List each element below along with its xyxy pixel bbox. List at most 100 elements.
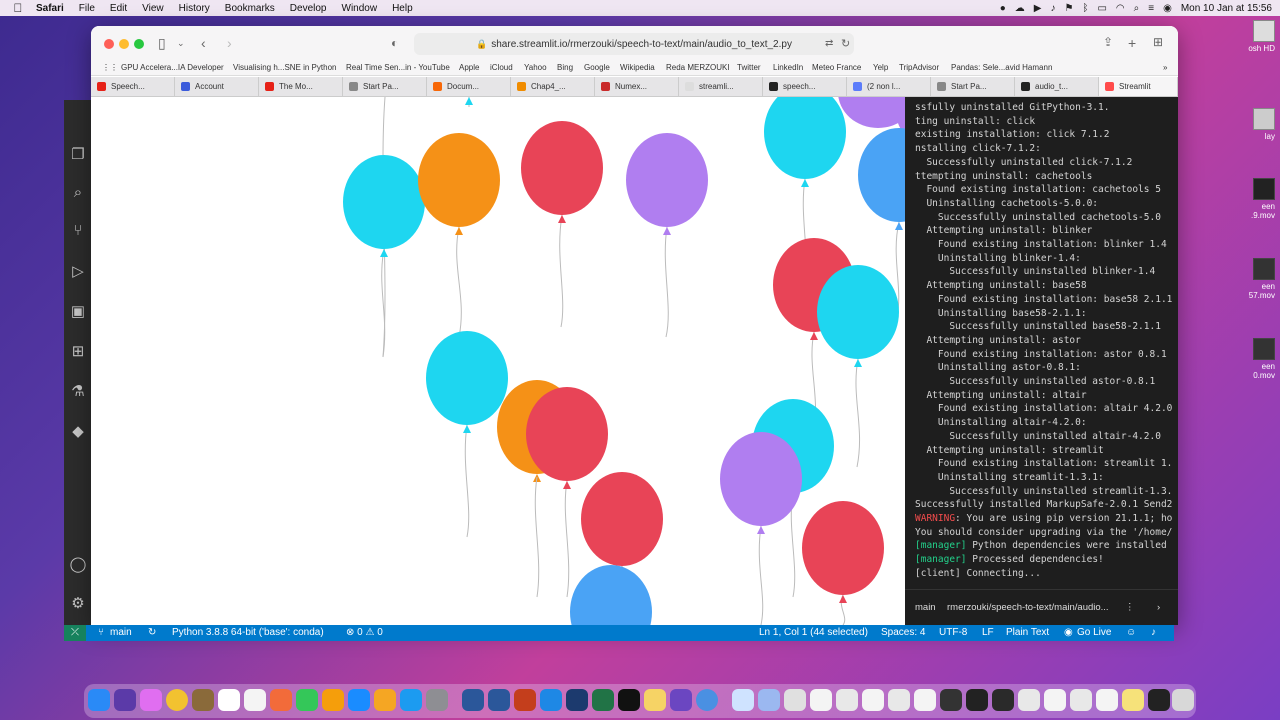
favorite-link[interactable]: Visualising h...SNE in Python xyxy=(233,63,336,72)
search-icon[interactable]: ⌕ xyxy=(64,184,92,201)
record-icon[interactable]: ● xyxy=(1000,3,1006,14)
recent-window-thumb[interactable] xyxy=(940,689,962,711)
end-of-line[interactable]: LF xyxy=(982,627,994,638)
recent-window-thumb[interactable] xyxy=(888,689,910,711)
control-center-icon[interactable]: ≡ xyxy=(1148,3,1154,14)
tab[interactable]: Start Pa... xyxy=(931,77,1015,96)
favorite-link[interactable]: Apple xyxy=(459,63,479,72)
more-options-icon[interactable]: ⋮ xyxy=(1125,602,1135,613)
tab[interactable]: Account xyxy=(175,77,259,96)
share-icon[interactable]: ⇪ xyxy=(1103,35,1113,49)
menu-view[interactable]: View xyxy=(142,3,164,14)
chevron-right-icon[interactable]: » xyxy=(1163,63,1167,72)
run-debug-icon[interactable]: ▷ xyxy=(64,262,92,280)
pages-icon[interactable] xyxy=(322,689,344,711)
terminal-path[interactable]: rmerzouki/speech-to-text/main/audio... xyxy=(947,602,1109,613)
favorite-link[interactable]: iCloud xyxy=(490,63,513,72)
tab[interactable]: audio_t... xyxy=(1015,77,1099,96)
desktop-item[interactable]: een 0.mov xyxy=(1225,338,1275,380)
tab[interactable]: speech... xyxy=(763,77,847,96)
favorite-link[interactable]: Pandas: Sele...avid Hamann xyxy=(951,63,1052,72)
reminders-icon[interactable] xyxy=(244,689,266,711)
terminal-branch[interactable]: main xyxy=(915,602,936,613)
cursor-position[interactable]: Ln 1, Col 1 (44 selected) xyxy=(759,627,868,638)
word-icon[interactable] xyxy=(488,689,510,711)
language-mode[interactable]: Plain Text xyxy=(1006,627,1049,638)
sync-icon[interactable]: ↻ xyxy=(148,627,156,638)
recent-window-thumb[interactable] xyxy=(1044,689,1066,711)
recent-window-thumb[interactable] xyxy=(810,689,832,711)
menu-bookmarks[interactable]: Bookmarks xyxy=(225,3,275,14)
recent-window-thumb[interactable] xyxy=(862,689,884,711)
privacy-shield-icon[interactable]: ◐ xyxy=(391,36,398,50)
tab[interactable]: The Mo... xyxy=(259,77,343,96)
notifications-bell-icon[interactable]: ♪ xyxy=(1151,627,1156,638)
tab[interactable]: streamli... xyxy=(679,77,763,96)
desktop-hd[interactable]: osh HD xyxy=(1225,20,1275,53)
problems-indicator[interactable]: ⊗ 0 ⚠ 0 xyxy=(346,627,383,638)
siri-icon[interactable]: ◉ xyxy=(1163,3,1172,14)
recent-window-thumb[interactable] xyxy=(758,689,780,711)
chevron-right-icon[interactable]: › xyxy=(1157,602,1160,613)
git-branch-label[interactable]: main xyxy=(110,627,132,638)
remote-icon[interactable]: ▣ xyxy=(64,302,92,320)
source-control-icon[interactable]: ⑂ xyxy=(64,222,92,239)
sidebar-toggle-icon[interactable]: ▯ xyxy=(158,35,166,52)
menu-app-name[interactable]: Safari xyxy=(36,3,64,14)
menu-edit[interactable]: Edit xyxy=(110,3,127,14)
excel-icon[interactable] xyxy=(592,689,614,711)
keynote-icon[interactable] xyxy=(462,689,484,711)
recent-window-thumb[interactable] xyxy=(1096,689,1118,711)
recent-window-thumb[interactable] xyxy=(732,689,754,711)
menu-history[interactable]: History xyxy=(179,3,210,14)
vscode-icon[interactable] xyxy=(540,689,562,711)
settings-gear-icon[interactable]: ⚙ xyxy=(64,594,92,612)
search-icon[interactable]: ⌕ xyxy=(1134,3,1140,14)
encoding[interactable]: UTF-8 xyxy=(939,627,967,638)
contacts-icon[interactable] xyxy=(192,689,214,711)
recent-window-thumb[interactable] xyxy=(966,689,988,711)
trash-icon[interactable] xyxy=(1172,689,1194,711)
messages-icon[interactable] xyxy=(296,689,318,711)
favorite-link[interactable]: GPU Accelera...IA Developer xyxy=(121,63,224,72)
network-icon[interactable] xyxy=(566,689,588,711)
menu-file[interactable]: File xyxy=(79,3,95,14)
finder-icon[interactable] xyxy=(88,689,110,711)
explorer-icon[interactable]: ❐ xyxy=(64,145,92,163)
account-icon[interactable]: ◯ xyxy=(64,555,92,573)
siri-icon[interactable] xyxy=(114,689,136,711)
reload-icon[interactable]: ↻ xyxy=(841,37,850,50)
tab-overview-icon[interactable]: ⊞ xyxy=(1153,35,1163,49)
battery-icon[interactable]: ▭ xyxy=(1097,3,1106,14)
feedback-icon[interactable]: ☺ xyxy=(1126,627,1136,638)
safari-icon[interactable] xyxy=(348,689,370,711)
forward-arrow-icon[interactable]: › xyxy=(227,35,232,51)
chevron-down-icon[interactable]: ⌄ xyxy=(177,38,185,49)
menu-develop[interactable]: Develop xyxy=(290,3,327,14)
recent-window-thumb[interactable] xyxy=(914,689,936,711)
zoom-button[interactable] xyxy=(134,39,144,49)
wifi-icon[interactable]: ◠ xyxy=(1116,3,1125,14)
calendar-icon[interactable] xyxy=(218,689,240,711)
powerpoint-icon[interactable] xyxy=(514,689,536,711)
desktop-item[interactable]: lay xyxy=(1225,108,1275,141)
favorite-link[interactable]: Yahoo xyxy=(524,63,547,72)
recent-window-thumb[interactable] xyxy=(836,689,858,711)
minimize-button[interactable] xyxy=(119,39,129,49)
favorite-link[interactable]: Twitter xyxy=(737,63,761,72)
recent-window-thumb[interactable] xyxy=(992,689,1014,711)
photos-icon[interactable] xyxy=(270,689,292,711)
grid-icon[interactable]: ⋮⋮ xyxy=(102,63,118,72)
tab[interactable]: Numex... xyxy=(595,77,679,96)
desktop-item[interactable]: een .9.mov xyxy=(1225,178,1275,220)
testing-icon[interactable]: ⚗ xyxy=(64,382,92,400)
remote-indicator-icon[interactable]: ⤫ xyxy=(64,625,86,641)
quicktime-icon[interactable] xyxy=(696,689,718,711)
apple-menu-icon[interactable]:  xyxy=(0,1,36,15)
volume-icon[interactable]: ♪ xyxy=(1050,3,1055,14)
new-tab-icon[interactable]: + xyxy=(1128,35,1136,51)
play-icon[interactable]: ▶ xyxy=(1034,3,1042,14)
tab[interactable]: Speech... xyxy=(91,77,175,96)
books-icon[interactable] xyxy=(374,689,396,711)
chrome-icon[interactable] xyxy=(166,689,188,711)
